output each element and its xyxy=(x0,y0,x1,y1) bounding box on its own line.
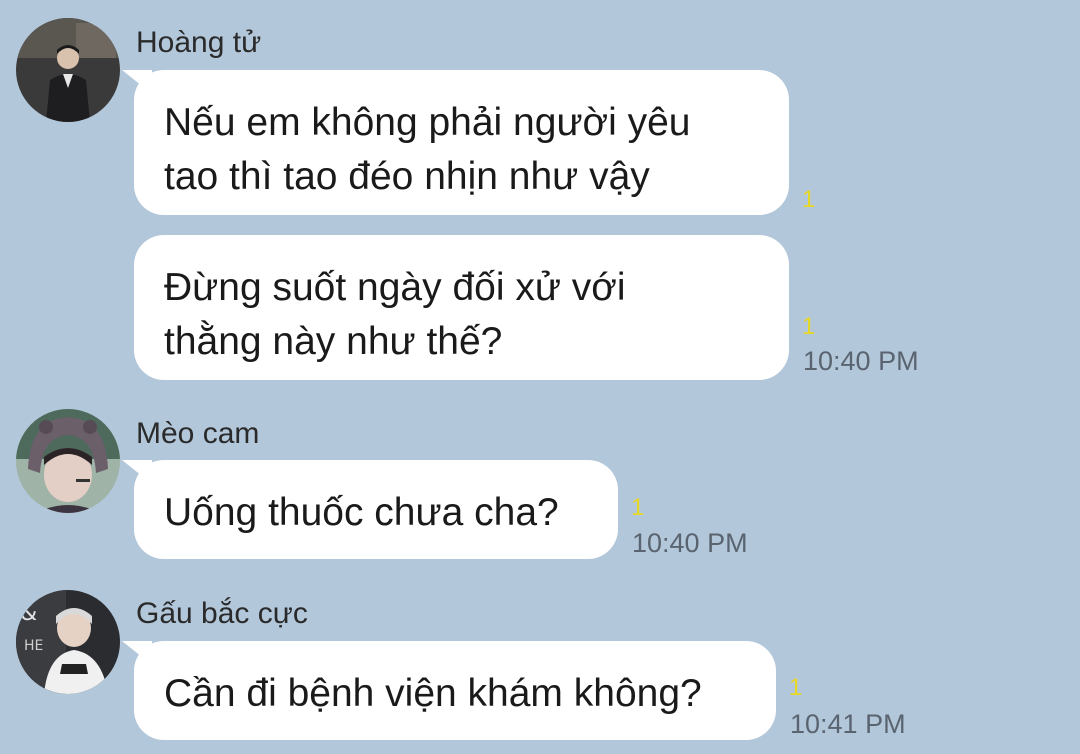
message-bubble[interactable]: Uống thuốc chưa cha? xyxy=(134,460,618,559)
message-bubble[interactable]: Cần đi bệnh viện khám không? xyxy=(134,641,776,740)
avatar-image xyxy=(16,409,120,513)
avatar-image xyxy=(16,18,120,122)
avatar-gau-bac-cuc[interactable]: & HE xyxy=(16,590,120,694)
message-text: Cần đi bệnh viện khám không? xyxy=(164,672,702,715)
avatar-hoang-tu[interactable] xyxy=(16,18,120,122)
message-text: Uống thuốc chưa cha? xyxy=(164,491,559,534)
message-text: Đừng suốt ngày đối xử với thằng này như … xyxy=(164,266,626,363)
message-timestamp: 10:41 PM xyxy=(790,709,906,739)
message-text: Nếu em không phải người yêu tao thì tao … xyxy=(164,101,691,198)
unread-count: 1 xyxy=(802,313,816,340)
svg-text:HE: HE xyxy=(24,638,43,654)
unread-count: 1 xyxy=(631,494,645,521)
message-bubble[interactable]: Đừng suốt ngày đối xử với thằng này như … xyxy=(134,235,789,380)
message-bubble[interactable]: Nếu em không phải người yêu tao thì tao … xyxy=(134,70,789,215)
unread-count: 1 xyxy=(802,186,816,213)
message-timestamp: 10:40 PM xyxy=(632,528,748,558)
unread-count: 1 xyxy=(789,674,803,701)
avatar-image: & HE xyxy=(16,590,120,694)
sender-name: Hoàng tử xyxy=(136,26,262,59)
sender-name: Gấu bắc cực xyxy=(136,597,308,630)
sender-name: Mèo cam xyxy=(136,417,260,450)
message-timestamp: 10:40 PM xyxy=(803,346,919,376)
avatar-meo-cam[interactable] xyxy=(16,409,120,513)
svg-text:&: & xyxy=(20,601,37,626)
